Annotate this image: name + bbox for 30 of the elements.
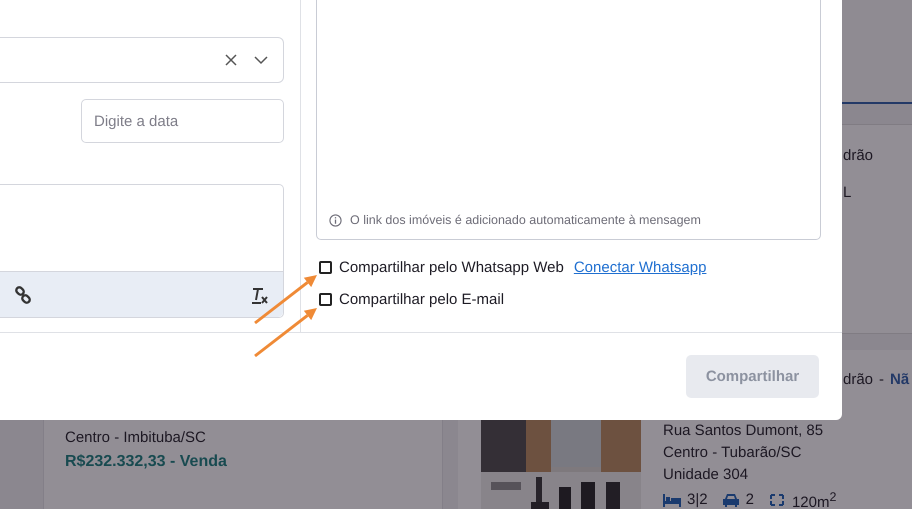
status-link[interactable]: Nã <box>890 371 910 388</box>
checkbox-label[interactable]: Compartilhar pelo Whatsapp Web <box>339 259 564 276</box>
bed-icon <box>663 492 681 508</box>
parking-count: 2 <box>746 490 754 509</box>
info-note: O link dos imóveis é adicionado automaticamente à mensagem <box>350 213 701 227</box>
checkbox-label[interactable]: Compartilhar pelo E-mail <box>339 291 504 308</box>
select-field[interactable] <box>0 37 284 83</box>
property-address: Rua Santos Dumont, 85 <box>663 421 824 441</box>
checkbox[interactable] <box>319 261 332 274</box>
connect-link[interactable]: Conectar Whatsapp <box>574 259 706 276</box>
date-field[interactable]: Digite a data <box>81 99 284 143</box>
link-icon[interactable] <box>14 286 32 304</box>
property-location: Centro - Imbituba/SC <box>65 428 207 448</box>
property-price: R$232.332,33 - Venda <box>65 452 228 472</box>
property-title: drão <box>843 371 874 388</box>
info-icon <box>329 214 342 226</box>
car-icon <box>722 492 740 508</box>
property-unit: Unidade 304 <box>663 465 750 485</box>
clear-icon[interactable] <box>223 52 239 68</box>
property-location: Centro - Tubarão/SC <box>663 443 802 463</box>
arrow <box>254 275 317 324</box>
rooms-count: 3|2 <box>687 490 708 509</box>
area-icon <box>768 492 786 508</box>
checkbox[interactable] <box>319 293 332 306</box>
arrow <box>254 308 317 358</box>
title-separator: - <box>879 371 884 388</box>
property-detail: L <box>843 184 852 201</box>
area-value: 120m$^{2}$ <box>792 489 836 509</box>
message-field[interactable]: O link dos imóveis é adicionado automaticamente à mensagem <box>316 0 821 240</box>
property-detail: drão <box>843 147 874 164</box>
